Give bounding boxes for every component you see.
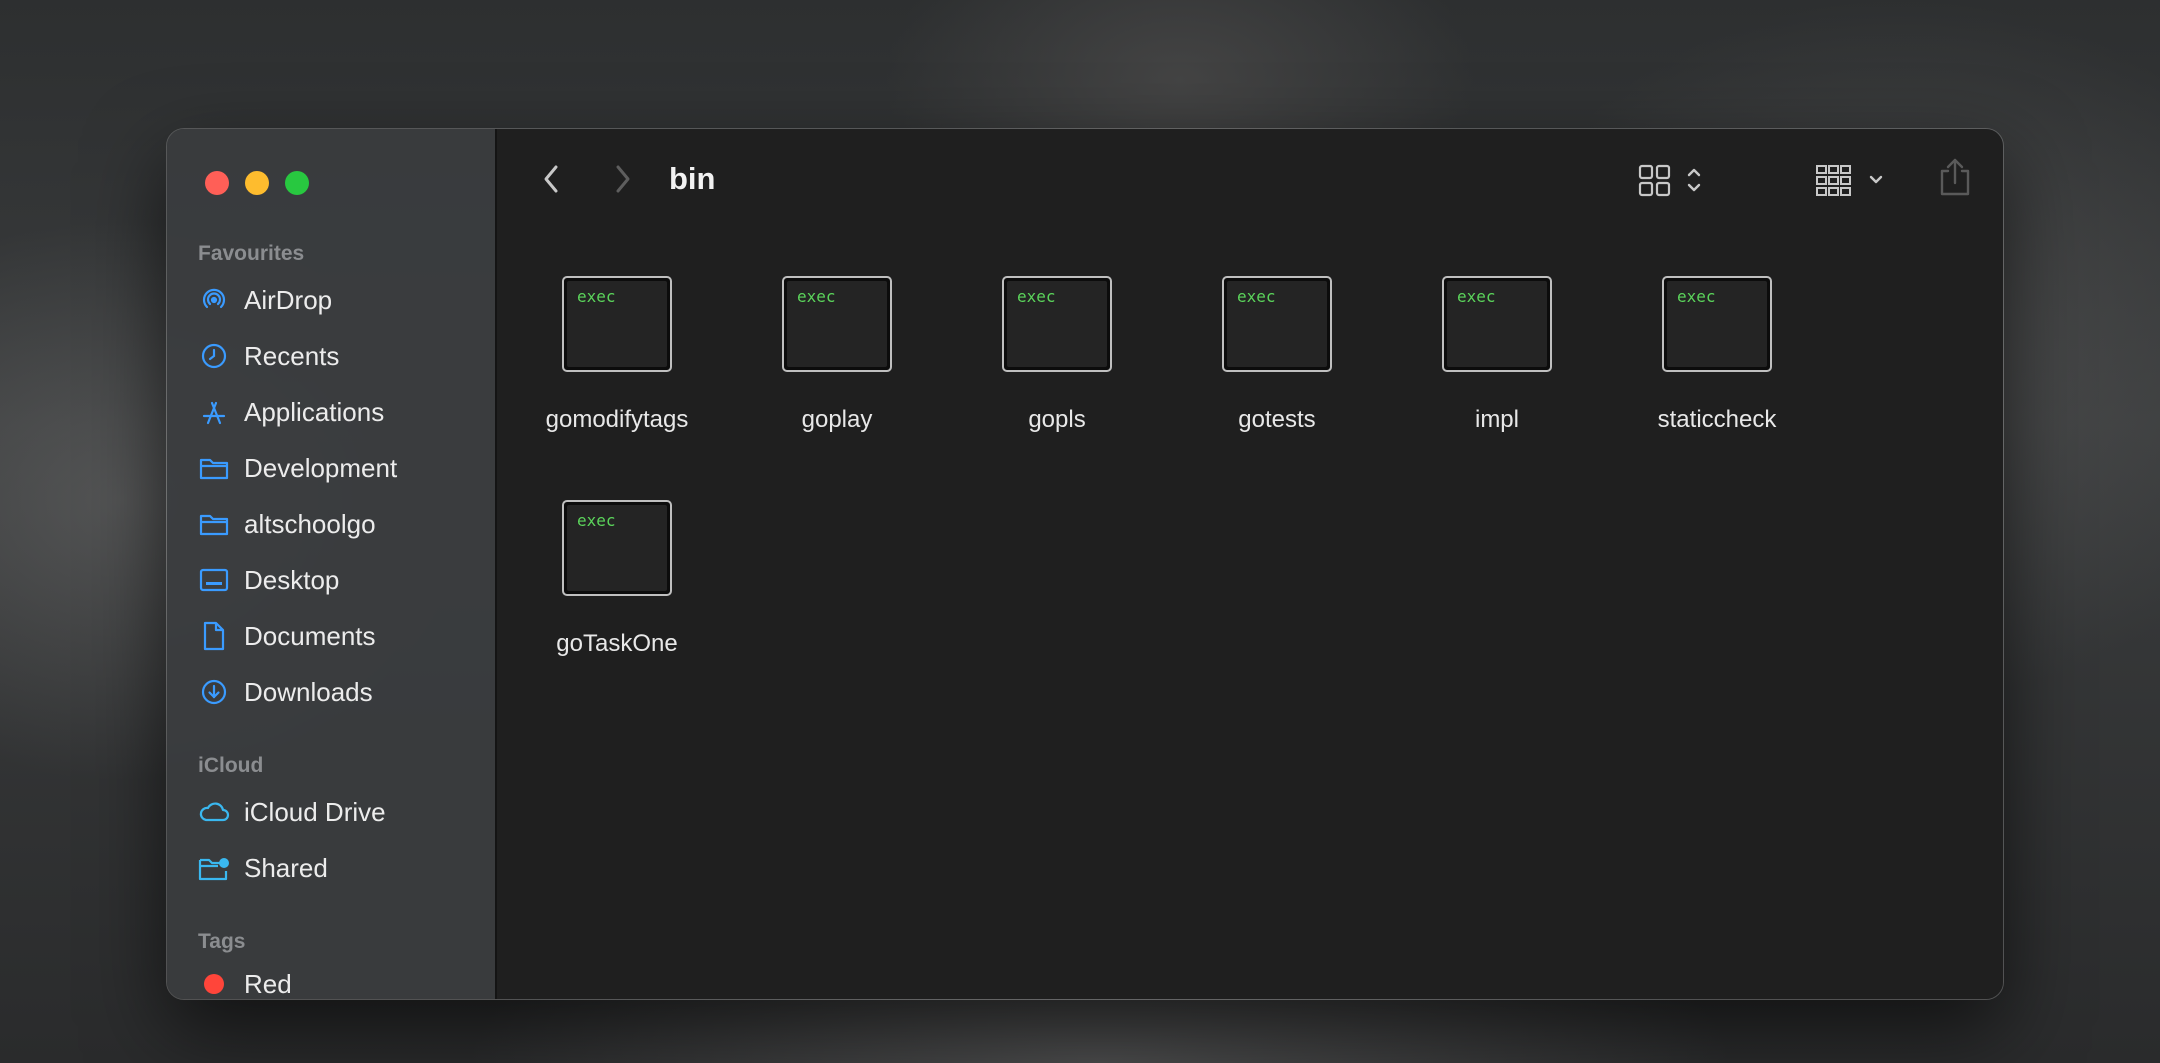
sidebar-item-shared[interactable]: Shared — [198, 843, 485, 893]
file-name: gopls — [1028, 406, 1086, 433]
sidebar-item-desktop[interactable]: Desktop — [198, 555, 485, 605]
group-grid-icon — [1816, 165, 1883, 196]
applications-icon — [198, 396, 230, 428]
view-mode-button[interactable] — [1637, 159, 1717, 201]
sidebar-item-airdrop[interactable]: AirDrop — [198, 275, 485, 325]
exec-badge: exec — [577, 287, 616, 306]
share-icon — [1940, 158, 1970, 196]
executable-file-icon: exec — [562, 500, 672, 596]
file-name: goplay — [801, 406, 873, 433]
download-icon — [198, 676, 230, 708]
favourites-section-title: Favourites — [198, 242, 305, 265]
minimize-button[interactable] — [245, 171, 269, 195]
sidebar-item-label: Red — [244, 968, 292, 999]
sidebar-item-development[interactable]: Development — [198, 443, 485, 493]
sidebar-item-icloud-drive[interactable]: iCloud Drive — [198, 787, 485, 837]
group-by-button[interactable] — [1815, 159, 1895, 201]
file-browser: bin exec gomodifytags exec goplay exec g… — [497, 129, 2003, 999]
sidebar-item-label: altschoolgo — [244, 508, 376, 539]
icloud-section-title: iCloud — [198, 754, 264, 777]
folder-icon — [198, 452, 230, 484]
sidebar-item-label: Shared — [244, 852, 328, 883]
exec-badge: exec — [577, 511, 616, 530]
sidebar-item-recents[interactable]: Recents — [198, 331, 485, 381]
file-item[interactable]: exec goTaskOne — [517, 500, 717, 658]
executable-file-icon: exec — [562, 276, 672, 372]
sidebar-item-label: Development — [244, 452, 398, 483]
icon-view-grid-icon — [1638, 164, 1701, 197]
sidebar-item-label: AirDrop — [244, 284, 333, 315]
back-button[interactable] — [531, 159, 571, 199]
zoom-button[interactable] — [285, 171, 309, 195]
file-item[interactable]: exec goplay — [737, 276, 937, 434]
shared-folder-icon — [198, 852, 230, 884]
chevron-left-icon — [544, 165, 558, 193]
sidebar-item-altschoolgo[interactable]: altschoolgo — [198, 499, 485, 549]
file-name: goTaskOne — [556, 630, 678, 657]
sidebar-item-label: Recents — [244, 340, 340, 371]
file-name: impl — [1474, 406, 1519, 433]
folder-icon — [198, 508, 230, 540]
file-item[interactable]: exec staticcheck — [1617, 276, 1817, 434]
red-tag-dot-icon — [198, 968, 230, 999]
sidebar-item-label: Downloads — [244, 676, 373, 707]
file-name: staticcheck — [1657, 406, 1777, 433]
airdrop-icon — [198, 284, 230, 316]
forward-button[interactable] — [603, 159, 643, 199]
close-button[interactable] — [205, 171, 229, 195]
exec-badge: exec — [1237, 287, 1276, 306]
exec-badge: exec — [1457, 287, 1496, 306]
file-item[interactable]: exec gotests — [1177, 276, 1377, 434]
sidebar-item-label: Applications — [244, 396, 385, 427]
chevron-right-icon — [616, 165, 630, 193]
executable-file-icon: exec — [1222, 276, 1332, 372]
sidebar-item-applications[interactable]: Applications — [198, 387, 485, 437]
clock-icon — [198, 340, 230, 372]
sidebar-tag-red[interactable]: Red — [198, 959, 485, 999]
executable-file-icon: exec — [1002, 276, 1112, 372]
window-controls — [205, 171, 309, 195]
file-item[interactable]: exec gopls — [957, 276, 1157, 434]
file-item[interactable]: exec impl — [1397, 276, 1597, 434]
sidebar-item-label: iCloud Drive — [244, 796, 386, 827]
executable-file-icon: exec — [782, 276, 892, 372]
exec-badge: exec — [797, 287, 836, 306]
document-icon — [198, 620, 230, 652]
sidebar-item-downloads[interactable]: Downloads — [198, 667, 485, 717]
executable-file-icon: exec — [1662, 276, 1772, 372]
finder-window: Favourites AirDrop Recents Applications … — [166, 128, 2004, 1000]
desktop-icon — [198, 564, 230, 596]
file-name: gotests — [1238, 406, 1316, 433]
sidebar-item-documents[interactable]: Documents — [198, 611, 485, 661]
executable-file-icon: exec — [1442, 276, 1552, 372]
file-name: gomodifytags — [545, 406, 689, 433]
tags-section-title: Tags — [198, 930, 246, 953]
exec-badge: exec — [1677, 287, 1716, 306]
sidebar-item-label: Desktop — [244, 564, 340, 595]
toolbar: bin — [497, 129, 2003, 233]
window-title: bin — [669, 161, 716, 196]
sidebar-item-label: Documents — [244, 620, 376, 651]
share-button[interactable] — [1935, 155, 1975, 199]
file-item[interactable]: exec gomodifytags — [517, 276, 717, 434]
sidebar: Favourites AirDrop Recents Applications … — [167, 129, 497, 999]
cloud-icon — [198, 796, 230, 828]
exec-badge: exec — [1017, 287, 1056, 306]
